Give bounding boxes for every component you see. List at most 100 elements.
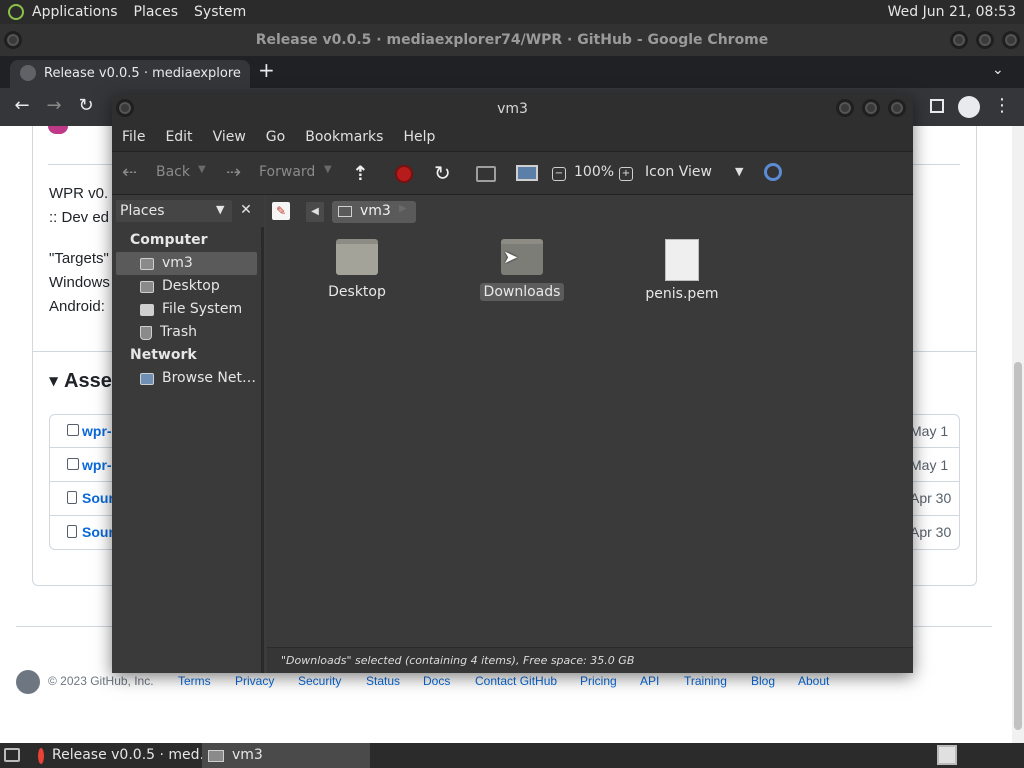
- chrome-tab[interactable]: Release v0.0.5 · mediaexplore: [10, 60, 250, 88]
- footer-link-privacy[interactable]: Privacy: [235, 674, 274, 688]
- taskbar-item-label: Release v0.0.5 · med…: [52, 747, 214, 763]
- search-icon[interactable]: [764, 163, 782, 181]
- back-arrow-icon[interactable]: ⇠: [122, 162, 137, 183]
- window-menu-button[interactable]: [116, 99, 134, 117]
- path-scroll-left-icon[interactable]: ◀: [306, 202, 324, 222]
- file-item-downloads[interactable]: Downloads: [477, 239, 567, 301]
- close-button[interactable]: [888, 99, 906, 117]
- minimize-button[interactable]: [836, 99, 854, 117]
- menu-view[interactable]: View: [203, 129, 256, 145]
- maximize-button[interactable]: [862, 99, 880, 117]
- sidebar-item-trash[interactable]: Trash: [112, 321, 261, 344]
- package-icon: [67, 424, 79, 436]
- sidebar-item-vm3[interactable]: vm3: [116, 252, 257, 275]
- home-folder-icon: [208, 749, 224, 762]
- chrome-menu-kebab-icon[interactable]: ⋮: [990, 94, 1014, 118]
- zoom-out-icon[interactable]: −: [552, 167, 566, 181]
- asset-link[interactable]: wpr-: [82, 423, 112, 439]
- forward-arrow-icon[interactable]: →: [42, 94, 66, 118]
- footer-link-contact[interactable]: Contact GitHub: [475, 674, 557, 688]
- assets-heading: Asse: [64, 370, 112, 392]
- footer-link-blog[interactable]: Blog: [751, 674, 775, 688]
- github-logo-icon[interactable]: [16, 670, 40, 694]
- path-scroll-right-icon[interactable]: ▶: [399, 203, 407, 214]
- chrome-close-button[interactable]: [1002, 31, 1020, 49]
- profile-avatar-icon[interactable]: [958, 96, 980, 118]
- footer-link-pricing[interactable]: Pricing: [580, 674, 617, 688]
- up-arrow-icon[interactable]: ⇡: [352, 161, 369, 185]
- workspace-switcher-icon[interactable]: [937, 745, 957, 765]
- release-body-line: "Targets": [49, 250, 109, 267]
- home-folder-icon[interactable]: [476, 166, 496, 182]
- chrome-maximize-button[interactable]: [976, 31, 994, 49]
- sidebar-type-select[interactable]: Places: [116, 200, 232, 222]
- taskbar-item-chrome[interactable]: Release v0.0.5 · med…: [32, 743, 214, 768]
- chrome-title-bar: Release v0.0.5 · mediaexplorer74/WPR · G…: [0, 24, 1024, 56]
- footer-link-training[interactable]: Training: [684, 674, 727, 688]
- computer-icon[interactable]: [516, 165, 538, 181]
- back-button[interactable]: Back: [156, 164, 190, 180]
- asset-link[interactable]: Sour: [82, 490, 114, 506]
- sidebar-item-desktop[interactable]: Desktop: [112, 275, 261, 298]
- footer-link-about[interactable]: About: [798, 674, 829, 688]
- sidebar-dropdown-icon[interactable]: ▼: [216, 203, 224, 216]
- view-mode-dropdown-icon[interactable]: ▼: [735, 165, 743, 178]
- sidebar-close-icon[interactable]: ✕: [236, 200, 256, 220]
- show-desktop-icon[interactable]: [4, 748, 20, 762]
- stop-icon[interactable]: [395, 165, 413, 183]
- mouse-pointer-icon: ➤: [503, 247, 519, 268]
- file-manager-title-bar[interactable]: vm3: [112, 95, 913, 123]
- path-segment-label: vm3: [360, 203, 391, 219]
- asset-date: May 1: [910, 423, 949, 439]
- package-icon: [67, 458, 79, 470]
- reload-icon[interactable]: ↻: [74, 94, 98, 118]
- forward-button[interactable]: Forward: [259, 164, 315, 180]
- footer-link-api[interactable]: API: [640, 674, 659, 688]
- sidebar-item-browse-network[interactable]: Browse Net…: [112, 367, 261, 390]
- forward-history-dropdown-icon[interactable]: ▼: [324, 164, 332, 175]
- panel-clock[interactable]: Wed Jun 21, 08:53: [888, 4, 1024, 20]
- distro-logo-icon[interactable]: [8, 4, 24, 20]
- file-item-desktop[interactable]: Desktop: [312, 239, 402, 301]
- desktop-icon: [140, 280, 154, 293]
- asset-link[interactable]: wpr-: [82, 457, 112, 473]
- applications-menu[interactable]: Applications: [24, 4, 126, 20]
- new-tab-button[interactable]: +: [258, 58, 275, 82]
- file-manager-toolbar: ⇠ Back ▼ ⇢ Forward ▼ ⇡ ↻ − 100% + Icon V…: [112, 151, 913, 195]
- side-panel-icon[interactable]: [930, 99, 944, 113]
- drive-icon: [140, 303, 154, 316]
- footer-link-security[interactable]: Security: [298, 674, 341, 688]
- menu-file[interactable]: File: [112, 129, 155, 145]
- asset-link[interactable]: Sour: [82, 524, 114, 540]
- zoom-in-icon[interactable]: +: [619, 167, 633, 181]
- tab-search-chevron-icon[interactable]: ⌄: [992, 62, 1004, 78]
- back-arrow-icon[interactable]: ←: [10, 94, 34, 118]
- chrome-icon: [38, 747, 44, 764]
- location-edit-toggle-icon[interactable]: ✎: [272, 202, 290, 220]
- menu-go[interactable]: Go: [256, 129, 295, 145]
- places-menu[interactable]: Places: [126, 4, 187, 20]
- footer-link-status[interactable]: Status: [366, 674, 400, 688]
- back-history-dropdown-icon[interactable]: ▼: [198, 164, 206, 175]
- bottom-taskbar: Release v0.0.5 · med… vm3: [0, 743, 1024, 768]
- file-icon-view[interactable]: Desktop Downloads penis.pem ➤: [267, 227, 913, 647]
- forward-arrow-icon[interactable]: ⇢: [226, 162, 241, 183]
- sidebar-item-file-system[interactable]: File System: [112, 298, 261, 321]
- menu-edit[interactable]: Edit: [155, 129, 202, 145]
- file-item-penis-pem[interactable]: penis.pem: [637, 239, 727, 303]
- release-body-line: WPR v0.: [49, 185, 109, 202]
- system-menu[interactable]: System: [186, 4, 254, 20]
- footer-link-terms[interactable]: Terms: [178, 674, 211, 688]
- page-scrollbar-thumb[interactable]: [1014, 362, 1022, 730]
- taskbar-item-vm3[interactable]: vm3: [202, 743, 370, 768]
- reload-icon[interactable]: ↻: [434, 161, 451, 185]
- view-mode-select[interactable]: Icon View: [645, 164, 712, 180]
- chrome-minimize-button[interactable]: [950, 31, 968, 49]
- menu-help[interactable]: Help: [393, 129, 445, 145]
- tab-title: Release v0.0.5 · mediaexplore: [44, 66, 241, 81]
- menu-bookmarks[interactable]: Bookmarks: [295, 129, 393, 145]
- footer-link-docs[interactable]: Docs: [423, 674, 450, 688]
- trash-icon: [140, 325, 152, 340]
- assets-toggle-icon[interactable]: ▼: [49, 374, 58, 388]
- chrome-window-menu-button[interactable]: [4, 31, 22, 49]
